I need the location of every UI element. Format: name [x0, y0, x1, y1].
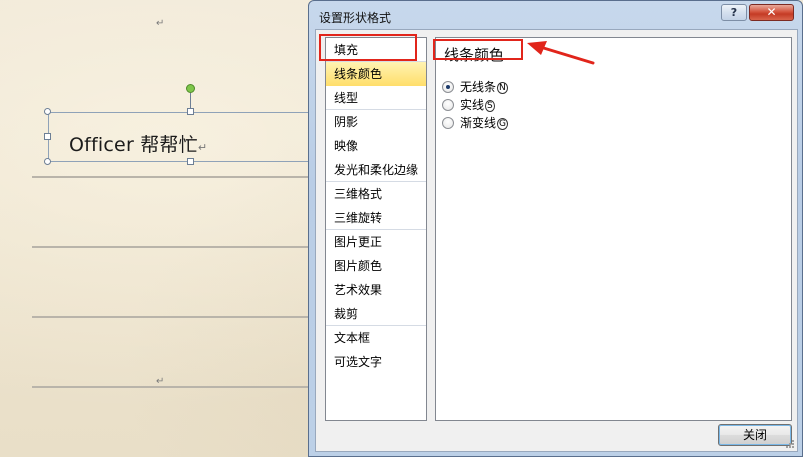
category-item-alt-text[interactable]: 可选文字	[326, 350, 426, 374]
category-label: 三维格式	[334, 187, 383, 201]
category-label: 裁剪	[334, 307, 359, 321]
resize-handle-top-left[interactable]	[44, 108, 51, 115]
category-label: 艺术效果	[334, 283, 383, 297]
rotation-handle[interactable]	[186, 84, 195, 93]
line-color-panel: 线条颜色 无线条 N 实线 S 渐变线 G	[435, 37, 792, 421]
category-label: 可选文字	[334, 355, 383, 369]
category-label: 线型	[334, 91, 359, 105]
help-button[interactable]: ?	[721, 4, 747, 21]
text-box-content[interactable]: Officer 帮帮忙↵	[69, 130, 207, 157]
category-item-line-color[interactable]: 线条颜色	[326, 62, 426, 86]
access-key: N	[497, 82, 508, 94]
dialog-title: 设置形状格式	[319, 11, 392, 25]
resize-handle-bottom[interactable]	[187, 158, 194, 165]
category-item-line-style[interactable]: 线型	[326, 86, 426, 110]
close-button[interactable]: 关闭	[718, 424, 792, 446]
access-key: S	[485, 100, 495, 112]
category-item-3d-format[interactable]: 三维格式	[326, 182, 426, 206]
category-item-reflection[interactable]: 映像	[326, 134, 426, 158]
resize-handle-bottom-left[interactable]	[44, 158, 51, 165]
radio-button[interactable]	[442, 117, 454, 129]
option-label: 无线条 N	[460, 80, 508, 94]
dialog-body: 填充 线条颜色 线型 阴影 映像 发光和柔化边缘 三维格式 三维旋转 图片更正 …	[315, 29, 798, 452]
category-label: 发光和柔化边缘	[334, 163, 419, 177]
category-label: 文本框	[334, 331, 371, 345]
category-label: 图片更正	[334, 235, 383, 249]
category-label: 三维旋转	[334, 211, 383, 225]
document-line	[32, 246, 322, 248]
category-list: 填充 线条颜色 线型 阴影 映像 发光和柔化边缘 三维格式 三维旋转 图片更正 …	[325, 37, 427, 421]
radio-button[interactable]	[442, 99, 454, 111]
category-item-picture-color[interactable]: 图片颜色	[326, 254, 426, 278]
category-item-crop[interactable]: 裁剪	[326, 302, 426, 326]
rotation-connector	[190, 93, 191, 109]
category-label: 填充	[334, 43, 359, 57]
document-line	[32, 316, 322, 318]
category-item-shadow[interactable]: 阴影	[326, 110, 426, 134]
category-label: 图片颜色	[334, 259, 383, 273]
option-label: 渐变线 G	[460, 116, 508, 130]
resize-handle-left[interactable]	[44, 133, 51, 140]
category-label: 阴影	[334, 115, 359, 129]
category-item-text-box[interactable]: 文本框	[326, 326, 426, 350]
document-line	[32, 176, 322, 178]
paragraph-mark: ↵	[156, 18, 165, 29]
category-item-artistic-effects[interactable]: 艺术效果	[326, 278, 426, 302]
format-shape-dialog: 设置形状格式 ? ✕ 填充 线条颜色 线型 阴影 映像 发光和柔化边缘 三维格式…	[308, 0, 803, 457]
radio-button[interactable]	[442, 81, 454, 93]
category-label: 线条颜色	[334, 67, 383, 81]
option-label: 实线 S	[460, 98, 495, 112]
document-line	[32, 386, 322, 388]
category-item-3d-rotation[interactable]: 三维旋转	[326, 206, 426, 230]
category-item-fill[interactable]: 填充	[326, 38, 426, 62]
window-close-button[interactable]: ✕	[749, 4, 794, 21]
category-label: 映像	[334, 139, 359, 153]
panel-title: 线条颜色	[444, 46, 505, 64]
access-key: G	[497, 118, 508, 130]
resize-grip-icon[interactable]	[785, 439, 795, 449]
text-box-shape[interactable]: Officer 帮帮忙↵	[48, 112, 338, 162]
resize-handle-top[interactable]	[187, 108, 194, 115]
dialog-titlebar[interactable]: 设置形状格式 ? ✕	[309, 1, 802, 29]
category-item-picture-corrections[interactable]: 图片更正	[326, 230, 426, 254]
category-item-glow-soft-edges[interactable]: 发光和柔化边缘	[326, 158, 426, 182]
annotation-arrow-icon	[527, 41, 595, 65]
